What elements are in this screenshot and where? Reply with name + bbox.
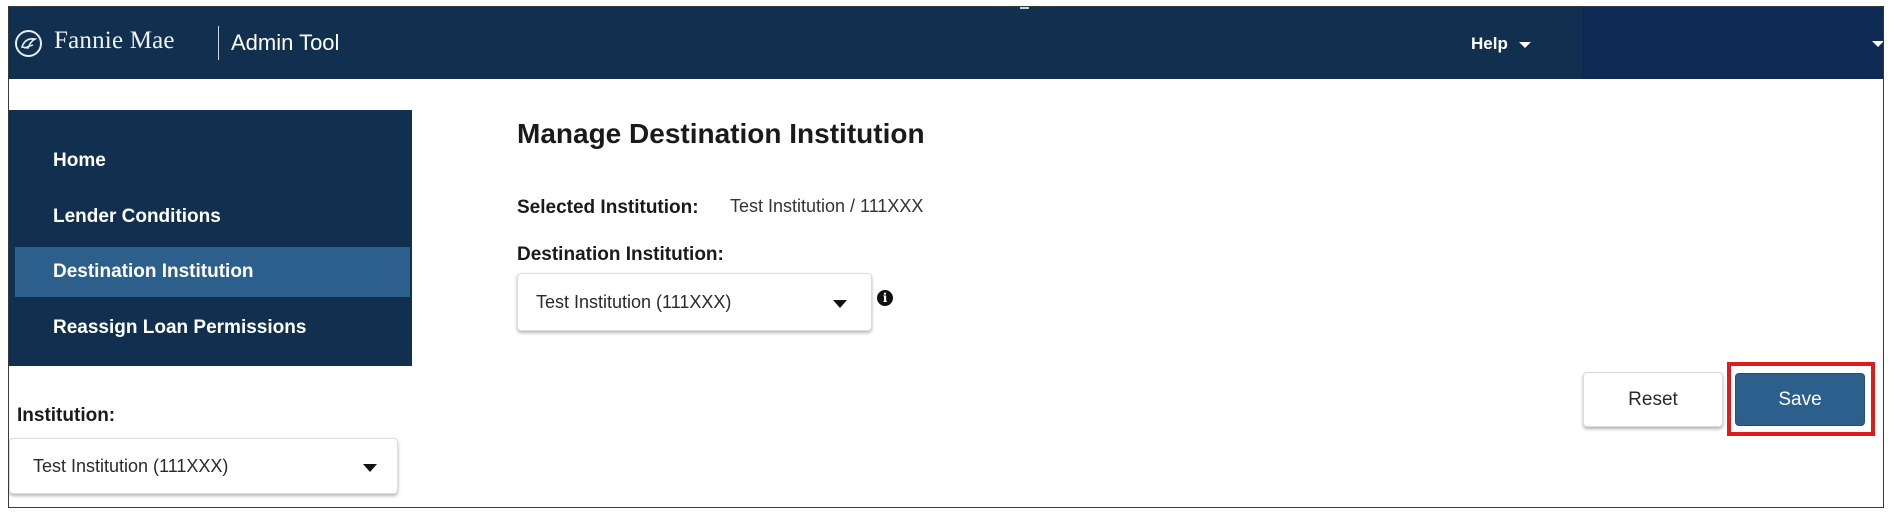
fannie-mae-logo-icon [15,30,42,57]
sidebar-item-destination-institution[interactable]: Destination Institution [15,247,410,297]
selected-institution-value: Test Institution / 111XXX [730,196,924,216]
selected-institution-label: Selected Institution: [517,197,699,218]
institution-label: Institution: [17,405,116,426]
top-navigation-bar: Fannie Mae Admin Tool Help [9,7,1883,79]
help-menu[interactable]: Help [1471,34,1531,54]
institution-select-value: Test Institution (111XXX) [33,455,229,476]
info-icon[interactable]: i [877,290,893,306]
destination-institution-select[interactable]: Test Institution (111XXX) [517,273,872,331]
app-name: Admin Tool [231,30,340,55]
sidebar-item-label: Destination Institution [53,261,254,282]
help-label: Help [1471,34,1508,53]
user-menu[interactable] [1582,7,1883,79]
sidebar-item-label: Reassign Loan Permissions [53,317,307,338]
brand-divider [218,26,219,60]
save-button[interactable]: Save [1735,373,1865,426]
sidebar-item-reassign-loan-permissions[interactable]: Reassign Loan Permissions [15,303,410,353]
reset-button[interactable]: Reset [1583,372,1723,427]
sidebar-item-lender-conditions[interactable]: Lender Conditions [15,192,410,242]
brand-name: Fannie Mae [54,27,175,54]
help-caret-icon [1518,41,1531,48]
sidebar-nav: Home Lender Conditions Destination Insti… [9,110,412,366]
sidebar-item-label: Lender Conditions [53,206,221,227]
page-title: Manage Destination Institution [517,118,925,149]
institution-select[interactable]: Test Institution (111XXX) [9,438,398,494]
sidebar-item-home[interactable]: Home [15,136,410,186]
destination-select-value: Test Institution (111XXX) [536,291,732,312]
dropdown-caret-icon [833,300,847,308]
sidebar-item-label: Home [53,150,106,171]
user-menu-caret-icon [1872,41,1883,47]
destination-institution-label: Destination Institution: [517,244,724,265]
dropdown-caret-icon [363,464,377,472]
app-window: Fannie Mae Admin Tool Help Home Lender C… [8,6,1884,508]
window-resize-handle [1020,7,1029,9]
